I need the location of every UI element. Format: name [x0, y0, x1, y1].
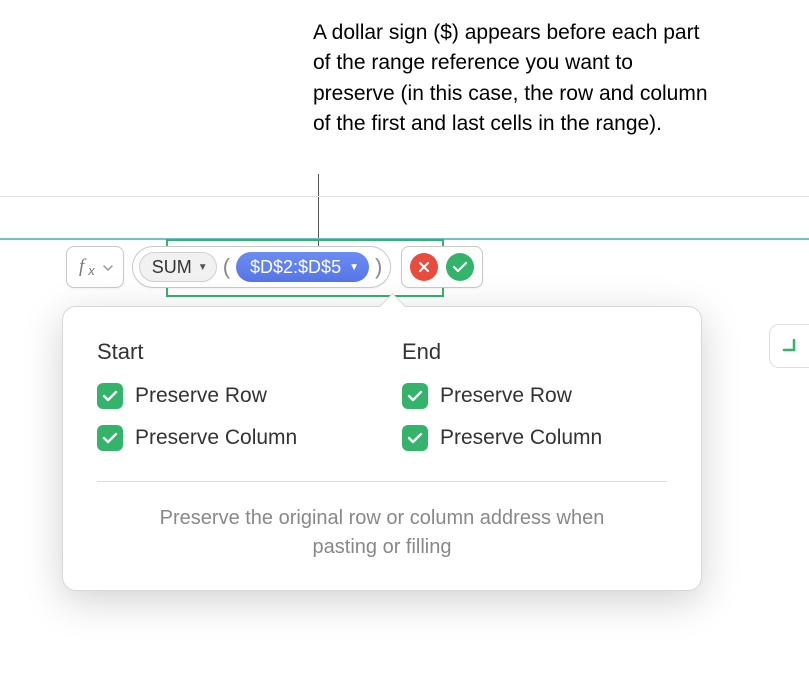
- divider-top: [0, 196, 809, 197]
- triangle-down-icon: ▼: [198, 262, 208, 273]
- end-preserve-row-option[interactable]: Preserve Row: [402, 383, 667, 409]
- start-preserve-row-option[interactable]: Preserve Row: [97, 383, 362, 409]
- side-badge[interactable]: [769, 324, 809, 368]
- fx-menu-button[interactable]: fx: [66, 246, 124, 288]
- checkbox-label: Preserve Column: [135, 426, 297, 450]
- check-icon: [102, 431, 118, 445]
- check-icon: [102, 389, 118, 403]
- popover-divider: [97, 481, 667, 482]
- checkbox-checked[interactable]: [97, 425, 123, 451]
- close-icon: [417, 260, 431, 274]
- checkbox-label: Preserve Row: [440, 384, 572, 408]
- formula-bar: fx SUM ▼ ( $D$2:$D$5 ▼ ): [66, 246, 483, 288]
- triangle-down-icon: ▼: [349, 262, 359, 273]
- cancel-button[interactable]: [410, 253, 438, 281]
- end-heading: End: [402, 339, 667, 365]
- start-column: Start Preserve Row Preserve Column: [97, 339, 362, 467]
- range-reference-token[interactable]: $D$2:$D$5 ▼: [236, 252, 369, 282]
- check-icon: [452, 260, 468, 274]
- callout-text: A dollar sign ($) appears before each pa…: [313, 18, 713, 140]
- fx-icon: f: [79, 256, 84, 278]
- check-icon: [407, 389, 423, 403]
- end-preserve-column-option[interactable]: Preserve Column: [402, 425, 667, 451]
- open-paren: (: [221, 254, 232, 280]
- preserve-reference-popover: Start Preserve Row Preserve Column End: [62, 306, 702, 591]
- start-heading: Start: [97, 339, 362, 365]
- chevron-down-icon: [103, 258, 113, 276]
- function-token[interactable]: SUM ▼: [139, 252, 217, 282]
- range-reference-text: $D$2:$D$5: [250, 257, 341, 278]
- checkbox-label: Preserve Row: [135, 384, 267, 408]
- confirm-button[interactable]: [446, 253, 474, 281]
- check-icon: [407, 431, 423, 445]
- corner-icon: [780, 336, 800, 356]
- checkbox-checked[interactable]: [97, 383, 123, 409]
- function-name: SUM: [152, 257, 192, 278]
- formula-actions: [401, 246, 483, 288]
- close-paren: ): [373, 254, 384, 280]
- checkbox-label: Preserve Column: [440, 426, 602, 450]
- end-column: End Preserve Row Preserve Column: [402, 339, 667, 467]
- fx-icon-sub: x: [88, 263, 95, 278]
- start-preserve-column-option[interactable]: Preserve Column: [97, 425, 362, 451]
- formula-input[interactable]: SUM ▼ ( $D$2:$D$5 ▼ ): [132, 246, 392, 288]
- popover-description: Preserve the original row or column addr…: [97, 504, 667, 562]
- checkbox-checked[interactable]: [402, 425, 428, 451]
- checkbox-checked[interactable]: [402, 383, 428, 409]
